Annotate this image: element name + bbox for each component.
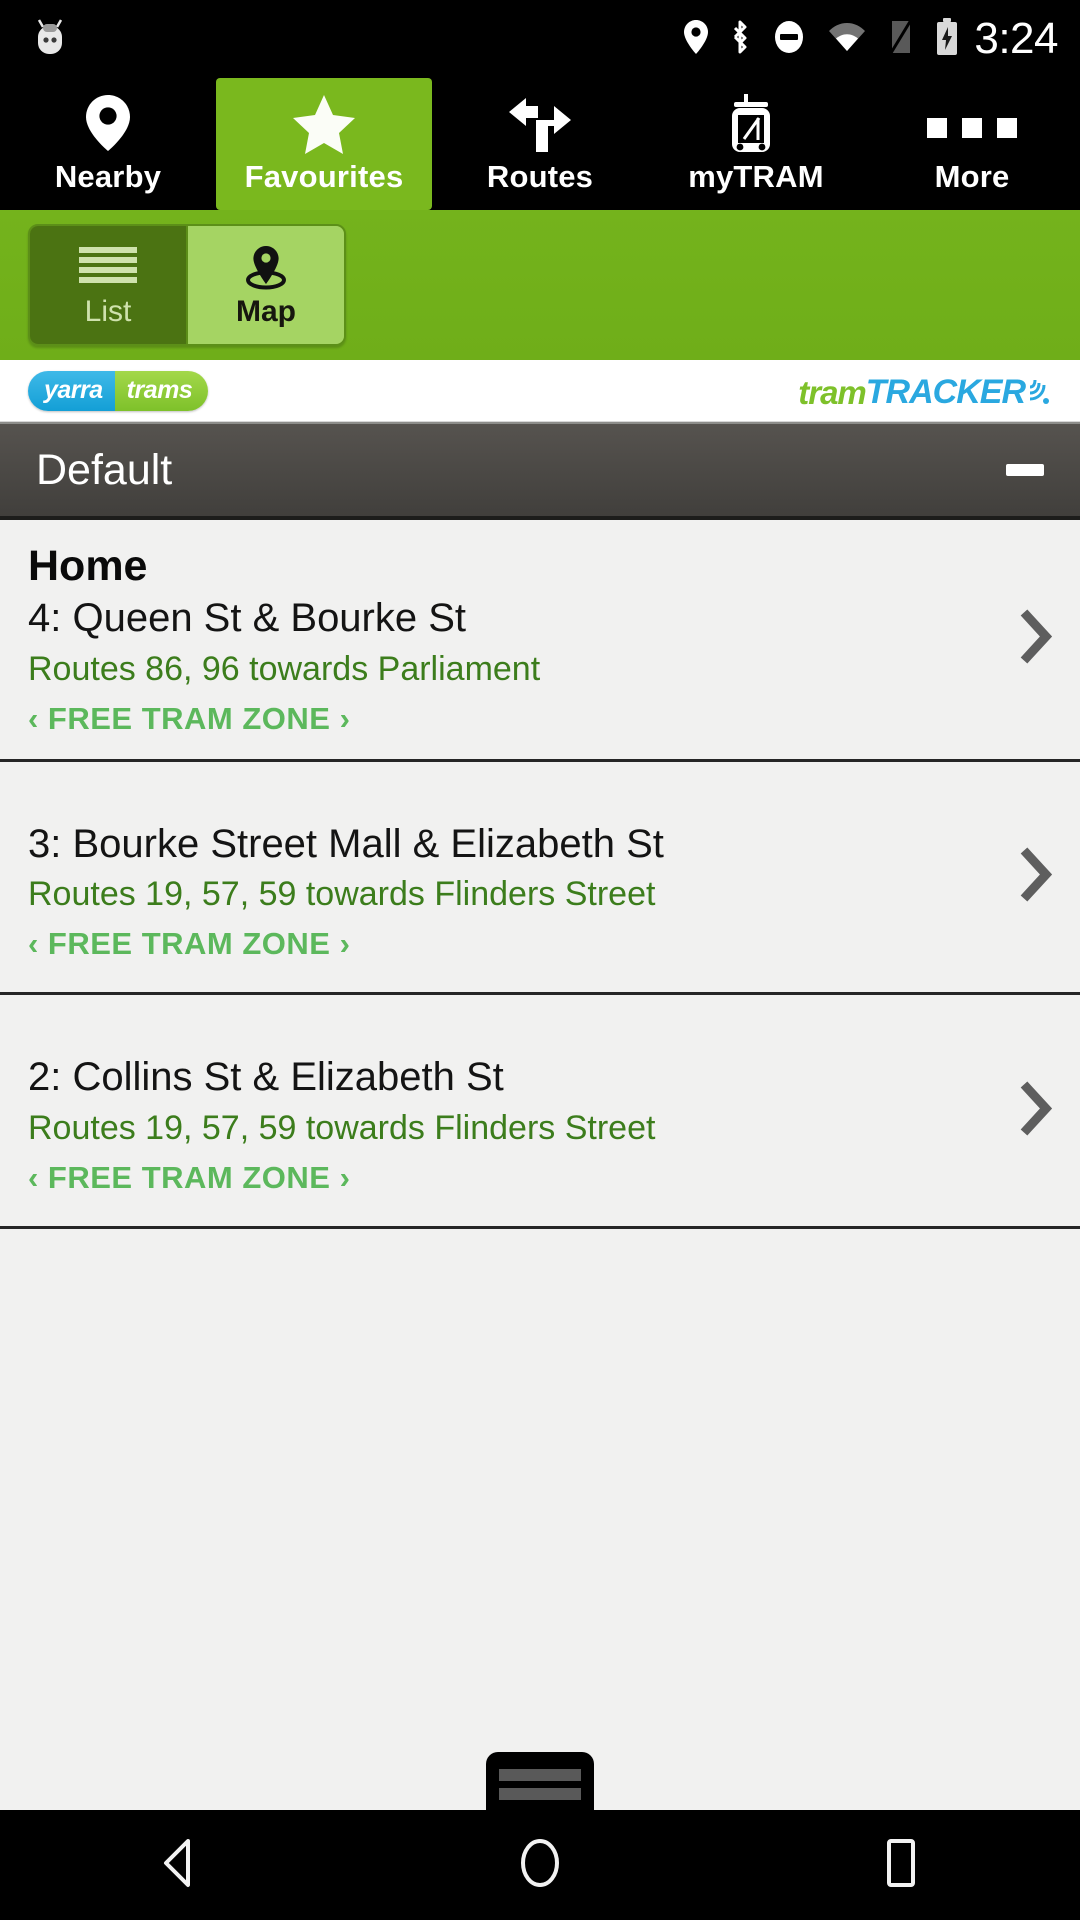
tramtracker-logo: tram TRACKER — [798, 369, 1052, 412]
favourites-list: Home 4: Queen St & Bourke St Routes 86, … — [0, 520, 1080, 1229]
free-tram-zone-badge: ‹ FREE TRAM ZONE › — [28, 926, 351, 962]
nav-back-button[interactable] — [0, 1836, 360, 1895]
list-lines-icon — [77, 241, 139, 293]
location-pin-icon — [683, 18, 709, 61]
yarra-logo-left: yarra — [28, 370, 115, 411]
view-toolbar: List Map — [0, 210, 1080, 360]
sim-card-icon — [887, 18, 915, 61]
chevron-right-icon — [1018, 1080, 1053, 1141]
nav-home-button[interactable] — [360, 1836, 720, 1895]
favourite-stop: 3: Bourke Street Mall & Elizabeth St — [28, 821, 664, 866]
battery-charging-icon — [934, 17, 960, 62]
tab-label-more: More — [934, 159, 1010, 194]
android-navigation-bar — [0, 1810, 1080, 1920]
main-tab-bar: Nearby Favourites Routes myTRAM More — [0, 78, 1080, 210]
signal-arc-icon — [1026, 369, 1052, 410]
tab-nearby[interactable]: Nearby — [0, 78, 216, 210]
favourite-stop: 2: Collins St & Elizabeth St — [28, 1055, 504, 1100]
yarra-logo-text-right: trams — [126, 376, 193, 404]
yarra-logo-text-left: yarra — [44, 376, 103, 404]
map-pin-icon — [81, 92, 135, 154]
toggle-list-button[interactable]: List — [30, 226, 186, 344]
wifi-icon — [826, 18, 868, 61]
drawer-handle-area — [0, 1752, 1080, 1810]
group-title: Default — [36, 445, 173, 494]
free-tram-zone-badge: ‹ FREE TRAM ZONE › — [28, 700, 351, 736]
status-bar-left — [30, 15, 70, 64]
app-screen: 3:24 Nearby Favourites Routes myTRAM Mor… — [0, 0, 1080, 1920]
list-item[interactable]: 3: Bourke Street Mall & Elizabeth St Rou… — [0, 761, 1080, 996]
favourite-routes: Routes 19, 57, 59 towards Flinders Stree… — [28, 1109, 656, 1148]
status-bar-clock: 3:24 — [974, 14, 1058, 63]
status-bar-icons — [683, 17, 960, 62]
minus-icon[interactable] — [1006, 464, 1044, 476]
drawer-handle[interactable] — [486, 1752, 594, 1810]
favourite-routes: Routes 86, 96 towards Parliament — [28, 649, 541, 688]
bluetooth-icon — [728, 18, 752, 61]
tramtracker-suffix: TRACKER — [865, 373, 1026, 411]
favourite-stop: 4: Queen St & Bourke St — [28, 595, 467, 640]
tab-label-favourites: Favourites — [244, 159, 404, 194]
android-robot-icon — [30, 15, 70, 64]
favourite-name: Home — [28, 542, 148, 590]
recents-square-icon — [877, 1836, 923, 1895]
more-squares-icon — [923, 92, 1021, 154]
star-icon — [291, 92, 357, 154]
branding-bar: yarra trams tram TRACKER — [0, 360, 1080, 422]
tab-more[interactable]: More — [864, 78, 1080, 210]
tab-label-routes: Routes — [486, 159, 594, 194]
list-item[interactable]: 2: Collins St & Elizabeth St Routes 19, … — [0, 995, 1080, 1229]
home-circle-icon — [514, 1836, 566, 1895]
handle-bar — [499, 1768, 581, 1781]
favourites-group-header[interactable]: Default — [0, 422, 1080, 520]
do-not-disturb-icon — [771, 18, 807, 61]
back-triangle-icon — [156, 1836, 204, 1895]
route-fork-icon — [504, 92, 576, 154]
tramtracker-prefix: tram — [798, 374, 867, 411]
tram-icon — [728, 92, 784, 154]
chevron-right-icon — [1018, 609, 1053, 670]
nav-recents-button[interactable] — [720, 1836, 1080, 1895]
list-map-toggle: List Map — [28, 224, 346, 346]
toggle-map-label: Map — [236, 295, 296, 328]
chevron-right-icon — [1018, 846, 1053, 907]
tab-favourites[interactable]: Favourites — [216, 78, 432, 210]
toggle-map-button[interactable]: Map — [188, 226, 344, 344]
tab-mytram[interactable]: myTRAM — [648, 78, 864, 210]
tab-routes[interactable]: Routes — [432, 78, 648, 210]
status-bar: 3:24 — [0, 0, 1080, 78]
yarra-trams-logo: yarra trams — [28, 370, 209, 411]
favourite-routes: Routes 19, 57, 59 towards Flinders Stree… — [28, 875, 656, 914]
toggle-list-label: List — [84, 295, 132, 328]
list-item[interactable]: Home 4: Queen St & Bourke St Routes 86, … — [0, 520, 1080, 762]
yarra-logo-right: trams — [114, 370, 209, 411]
free-tram-zone-badge: ‹ FREE TRAM ZONE › — [28, 1159, 351, 1195]
map-marker-icon — [240, 241, 292, 293]
tab-label-nearby: Nearby — [54, 159, 162, 194]
handle-bar — [499, 1787, 581, 1800]
tab-label-mytram: myTRAM — [688, 159, 824, 194]
